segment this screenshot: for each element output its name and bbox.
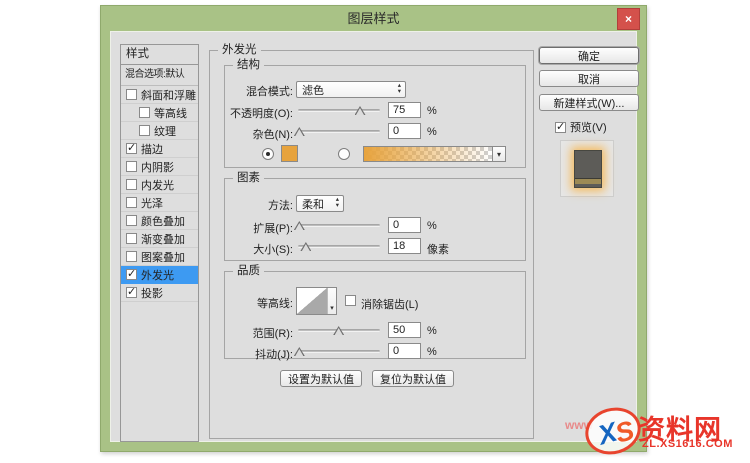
sidebar-item[interactable]: 内发光 [121,176,198,194]
reset-default-button[interactable]: 复位为默认值 [372,370,454,387]
checkbox-icon[interactable] [126,215,137,226]
style-preview-panel [560,140,614,197]
noise-label: 杂色(N): [252,129,293,141]
noise-input[interactable]: 0 [388,123,421,139]
updown-arrows-icon: ▴ ▾ [335,196,339,209]
jitter-unit: % [427,346,437,358]
jitter-slider[interactable] [293,347,380,356]
spread-unit: % [427,220,437,232]
sidebar-item-blending-options[interactable]: 混合选项:默认 [121,65,198,86]
checkbox-icon[interactable] [126,197,137,208]
color-radio[interactable] [262,148,274,160]
checkbox-icon[interactable] [126,285,137,298]
style-preview-thumbnail [574,150,602,188]
size-unit: 像素 [427,244,449,256]
cancel-button[interactable]: 取消 [539,70,639,87]
noise-unit: % [427,126,437,138]
glow-color-swatch[interactable] [281,145,298,162]
opacity-input[interactable]: 75 [388,102,421,118]
styles-list: 样式 混合选项:默认 斜面和浮雕 等高线 纹理 描边 内阴影 内发光 光泽 颜色… [120,44,199,442]
sidebar-item[interactable]: 纹理 [121,122,198,140]
elements-group: 图素 方法: 柔和 ▴ ▾ 扩展(P): 0 % 大小(S): 18 像素 [224,171,526,261]
contour-label: 等高线: [256,298,293,310]
styles-header: 样式 [121,45,198,65]
gradient-picker-arrow-icon[interactable]: ▾ [493,146,506,162]
spread-input[interactable]: 0 [388,217,421,233]
screen-background: 图层样式 × 样式 混合选项:默认 斜面和浮雕 等高线 纹理 描边 内阴影 内发… [0,0,750,463]
glow-gradient-bar[interactable] [363,146,493,162]
chevron-down-icon[interactable]: ▾ [328,288,336,314]
noise-slider[interactable] [293,127,380,136]
dialog-title: 图层样式 [347,11,400,26]
checkbox-icon[interactable] [139,125,150,136]
checkbox-icon[interactable] [126,161,137,172]
structure-title: 结构 [233,58,264,72]
opacity-label: 不透明度(O): [230,108,293,120]
checkbox-icon[interactable] [126,251,137,262]
sidebar-item[interactable]: 渐变叠加 [121,230,198,248]
sidebar-item[interactable]: 描边 [121,140,198,158]
spread-slider[interactable] [293,221,380,230]
watermark-logo-icon: X S [579,401,647,461]
sidebar-item[interactable]: 光泽 [121,194,198,212]
sidebar-item-outer-glow[interactable]: 外发光 [121,266,198,284]
blend-mode-label: 混合模式: [245,86,293,98]
checkbox-icon[interactable] [139,107,150,118]
checkbox-icon[interactable] [126,179,137,190]
preview-label: 预览(V) [570,122,607,134]
sidebar-item[interactable]: 投影 [121,284,198,302]
panel-title: 外发光 [218,43,261,57]
sidebar-item[interactable]: 内阴影 [121,158,198,176]
new-style-button[interactable]: 新建样式(W)... [539,94,639,111]
range-slider[interactable] [298,326,380,335]
size-label: 大小(S): [253,244,293,256]
sidebar-item[interactable]: 等高线 [121,104,198,122]
make-default-button[interactable]: 设置为默认值 [280,370,362,387]
sidebar-item[interactable]: 图案叠加 [121,248,198,266]
close-icon[interactable]: × [617,8,640,30]
checkbox-icon[interactable] [126,89,137,100]
sidebar-item[interactable]: 颜色叠加 [121,212,198,230]
range-unit: % [427,325,437,337]
opacity-unit: % [427,105,437,117]
checkbox-icon[interactable] [126,267,137,280]
blend-mode-select[interactable]: 滤色 ▴ ▾ [296,81,406,98]
gradient-radio[interactable] [338,148,350,160]
dialog-titlebar[interactable]: 图层样式 × [101,6,646,31]
updown-arrows-icon: ▴ ▾ [397,82,401,95]
quality-group: 品质 等高线: ▾ 消除锯齿(L) 范围(R): 50 % 抖动(J): 0 % [224,264,526,361]
elements-title: 图素 [233,171,264,185]
structure-group: 结构 混合模式: 滤色 ▴ ▾ 不透明度(O): 75 % 杂色(N): 0 %… [224,58,526,168]
dialog-content: 样式 混合选项:默认 斜面和浮雕 等高线 纹理 描边 内阴影 内发光 光泽 颜色… [110,31,639,442]
spread-label: 扩展(P): [253,223,293,235]
watermark-site-url: ZL.XS1616.COM [642,438,733,450]
layer-style-dialog: 图层样式 × 样式 混合选项:默认 斜面和浮雕 等高线 纹理 描边 内阴影 内发… [100,5,647,452]
size-slider[interactable] [298,242,380,251]
jitter-input[interactable]: 0 [388,343,421,359]
quality-title: 品质 [233,264,264,278]
contour-thumbnail-icon [297,288,328,314]
checkbox-icon[interactable] [126,141,137,154]
antialias-label: 消除锯齿(L) [361,299,419,311]
preview-toggle[interactable]: 预览(V) [555,119,607,135]
watermark: www X S 资料网 ZL.XS1616.COM [565,401,750,463]
jitter-label: 抖动(J): [255,349,293,361]
technique-label: 方法: [267,200,293,212]
sidebar-item[interactable]: 斜面和浮雕 [121,86,198,104]
checkbox-icon[interactable] [126,233,137,244]
technique-select[interactable]: 柔和 ▴ ▾ [296,195,344,212]
opacity-slider[interactable] [298,106,380,115]
antialias-checkbox[interactable] [345,295,356,306]
preview-checkbox[interactable] [555,120,566,133]
range-input[interactable]: 50 [388,322,421,338]
range-label: 范围(R): [252,328,293,340]
size-input[interactable]: 18 [388,238,421,254]
ok-button[interactable]: 确定 [539,47,639,64]
contour-picker[interactable]: ▾ [296,287,337,315]
